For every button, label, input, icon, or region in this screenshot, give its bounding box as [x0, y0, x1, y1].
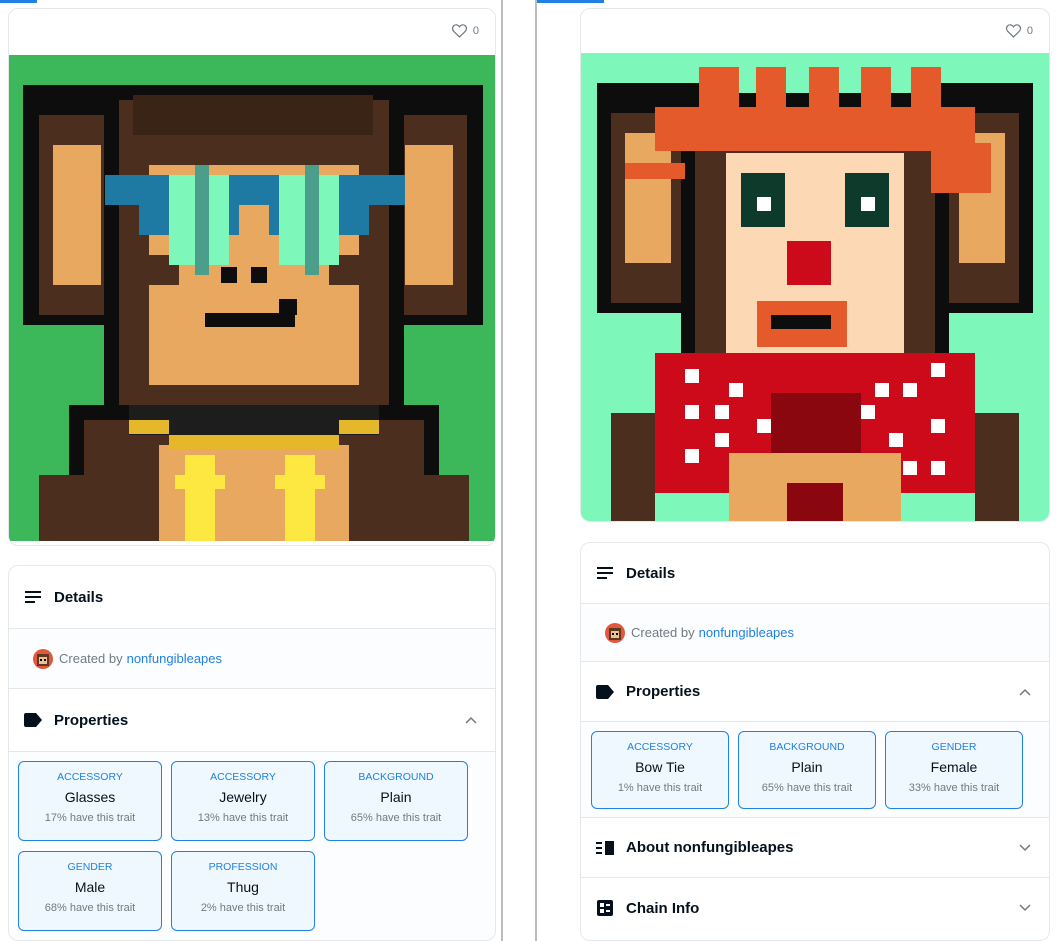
trait-card[interactable]: GENDER Female 33% have this trait	[885, 731, 1023, 809]
creator-avatar[interactable]	[33, 648, 53, 669]
properties-grid-left: ACCESSORY Glasses 17% have this trait AC…	[9, 752, 495, 940]
trait-card[interactable]: ACCESSORY Glasses 17% have this trait	[18, 761, 162, 841]
properties-header-left[interactable]: Properties	[9, 689, 495, 752]
trait-rarity: 1% have this trait	[617, 782, 703, 794]
chain-info-label: Chain Info	[626, 899, 700, 917]
top-accent-left	[0, 0, 37, 3]
nft-image-clown-ape[interactable]	[581, 53, 1049, 521]
trait-card[interactable]: ACCESSORY Jewelry 13% have this trait	[171, 761, 315, 841]
trait-type: GENDER	[931, 741, 977, 753]
properties-label: Properties	[626, 683, 701, 700]
details-label: Details	[626, 564, 676, 582]
properties-label: Properties	[54, 711, 129, 729]
trait-value: Plain	[380, 789, 412, 805]
trait-card[interactable]: BACKGROUND Plain 65% have this trait	[738, 731, 876, 809]
properties-grid-right: ACCESSORY Bow Tie 1% have this trait BAC…	[581, 722, 1049, 818]
trait-rarity: 65% have this trait	[761, 782, 853, 794]
nft-image-thug-ape[interactable]	[9, 55, 495, 541]
created-by-label: Created by	[631, 625, 695, 640]
trait-value: Plain	[791, 759, 823, 775]
nft-image-frame-left: 0	[8, 8, 496, 546]
trait-type: ACCESSORY	[627, 741, 693, 753]
trait-value: Male	[74, 879, 106, 895]
favorite-count: 0	[472, 24, 479, 37]
trait-card[interactable]: BACKGROUND Plain 65% have this trait	[324, 761, 468, 841]
trait-value: Female	[930, 759, 978, 775]
details-header-left[interactable]: Details	[9, 566, 495, 629]
creator-link[interactable]: nonfungibleapes	[699, 625, 794, 640]
creator-row-right: Created by nonfungibleapes	[581, 604, 1049, 662]
trait-card[interactable]: PROFESSION Thug 2% have this trait	[171, 851, 315, 931]
top-accent-right	[537, 0, 604, 3]
details-label: Details	[54, 588, 104, 606]
trait-type: GENDER	[67, 861, 113, 873]
creator-link[interactable]: nonfungibleapes	[127, 651, 222, 666]
details-card-left: Details Created by nonfungibleapes Prope…	[8, 565, 496, 941]
heart-icon[interactable]	[451, 23, 468, 38]
tag-icon	[24, 711, 42, 729]
trait-rarity: 68% have this trait	[44, 902, 136, 914]
trait-value: Glasses	[64, 789, 116, 805]
trait-value: Jewelry	[219, 789, 267, 805]
trait-rarity: 33% have this trait	[908, 782, 1000, 794]
about-label: About nonfungibleapes	[626, 839, 794, 856]
trait-type: BACKGROUND	[358, 771, 434, 783]
details-card-right: Details Created by nonfungibleapes Prope…	[580, 542, 1050, 941]
details-icon	[596, 564, 614, 582]
tag-icon	[596, 683, 614, 701]
created-by-label: Created by	[59, 651, 123, 666]
trait-rarity: 65% have this trait	[350, 812, 442, 824]
trait-card[interactable]: ACCESSORY Bow Tie 1% have this trait	[591, 731, 729, 809]
favorite-count-right[interactable]: 0	[1005, 9, 1049, 38]
trait-value: Bow Tie	[635, 759, 685, 775]
trait-rarity: 2% have this trait	[200, 902, 286, 914]
chain-info-icon	[596, 899, 614, 917]
about-header[interactable]: About nonfungibleapes	[581, 818, 1049, 878]
trait-type: ACCESSORY	[210, 771, 276, 783]
favorite-count-left[interactable]: 0	[451, 9, 495, 38]
trait-type: ACCESSORY	[57, 771, 123, 783]
trait-type: PROFESSION	[208, 861, 278, 873]
creator-row-left: Created by nonfungibleapes	[9, 629, 495, 689]
trait-value: Thug	[227, 879, 259, 895]
trait-card[interactable]: GENDER Male 68% have this trait	[18, 851, 162, 931]
nft-image-frame-right: 0	[580, 8, 1050, 522]
heart-icon[interactable]	[1005, 23, 1022, 38]
favorite-count: 0	[1026, 24, 1033, 37]
chevron-up-icon[interactable]	[1019, 688, 1031, 696]
details-header-right[interactable]: Details	[581, 543, 1049, 604]
creator-avatar[interactable]	[605, 622, 625, 643]
chain-info-header[interactable]: Chain Info	[581, 878, 1049, 938]
chevron-down-icon[interactable]	[1019, 843, 1031, 852]
details-icon	[24, 588, 42, 606]
trait-rarity: 13% have this trait	[197, 812, 289, 824]
panel-divider-right	[535, 0, 537, 941]
panel-divider-left	[501, 0, 503, 941]
properties-header-right[interactable]: Properties	[581, 662, 1049, 722]
about-icon	[596, 839, 614, 857]
chevron-up-icon[interactable]	[465, 716, 477, 724]
trait-rarity: 17% have this trait	[44, 812, 136, 824]
trait-type: BACKGROUND	[769, 741, 845, 753]
chevron-down-icon[interactable]	[1019, 904, 1031, 912]
